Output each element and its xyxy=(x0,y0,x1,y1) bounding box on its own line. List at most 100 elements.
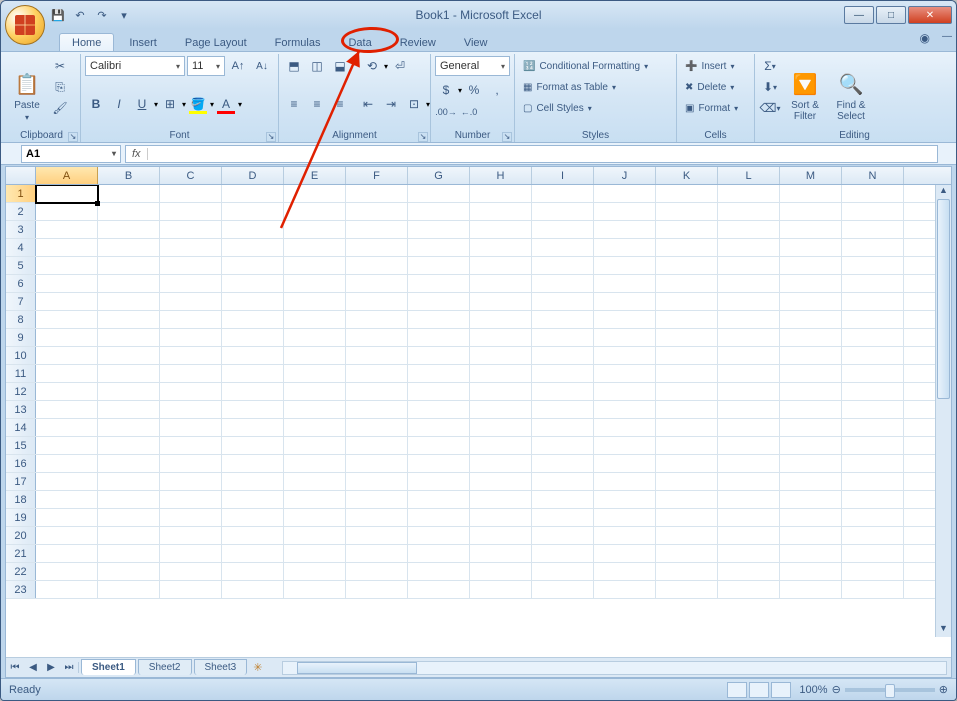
cell-G2[interactable] xyxy=(408,203,470,221)
cell-E21[interactable] xyxy=(284,545,346,563)
cell-G12[interactable] xyxy=(408,383,470,401)
cell-J5[interactable] xyxy=(594,257,656,275)
align-top-icon[interactable]: ⬒ xyxy=(283,56,305,76)
row-header-21[interactable]: 21 xyxy=(6,545,36,562)
cell-N1[interactable] xyxy=(842,185,904,203)
help-icon[interactable]: ◉ xyxy=(920,31,930,45)
cell-L20[interactable] xyxy=(718,527,780,545)
cell-K11[interactable] xyxy=(656,365,718,383)
row-header-6[interactable]: 6 xyxy=(6,275,36,292)
column-header-F[interactable]: F xyxy=(346,167,408,184)
cell-E3[interactable] xyxy=(284,221,346,239)
cell-B16[interactable] xyxy=(98,455,160,473)
cell-M22[interactable] xyxy=(780,563,842,581)
cell-J13[interactable] xyxy=(594,401,656,419)
cell-K14[interactable] xyxy=(656,419,718,437)
cell-A21[interactable] xyxy=(36,545,98,563)
tab-nav-last[interactable]: ⏭ xyxy=(60,662,78,673)
scroll-down-icon[interactable]: ▼ xyxy=(936,623,951,637)
cell-H7[interactable] xyxy=(470,293,532,311)
cell-M11[interactable] xyxy=(780,365,842,383)
sheet-tab-sheet1[interactable]: Sheet1 xyxy=(81,659,136,675)
cell-G16[interactable] xyxy=(408,455,470,473)
tab-nav-first[interactable]: ⏮ xyxy=(6,662,24,673)
cell-C1[interactable] xyxy=(160,185,222,203)
cell-B9[interactable] xyxy=(98,329,160,347)
cell-A4[interactable] xyxy=(36,239,98,257)
cell-L4[interactable] xyxy=(718,239,780,257)
cell-M8[interactable] xyxy=(780,311,842,329)
increase-decimal-icon[interactable]: .00→ xyxy=(435,102,457,122)
cell-A11[interactable] xyxy=(36,365,98,383)
cell-B5[interactable] xyxy=(98,257,160,275)
column-header-G[interactable]: G xyxy=(408,167,470,184)
cell-F15[interactable] xyxy=(346,437,408,455)
cell-M12[interactable] xyxy=(780,383,842,401)
cell-H9[interactable] xyxy=(470,329,532,347)
cell-K2[interactable] xyxy=(656,203,718,221)
cell-N17[interactable] xyxy=(842,473,904,491)
cell-E14[interactable] xyxy=(284,419,346,437)
cell-B18[interactable] xyxy=(98,491,160,509)
cell-I19[interactable] xyxy=(532,509,594,527)
fill-icon[interactable]: ⬇▾ xyxy=(759,77,781,97)
cell-D12[interactable] xyxy=(222,383,284,401)
cell-M3[interactable] xyxy=(780,221,842,239)
zoom-percent[interactable]: 100% xyxy=(799,684,827,696)
cell-K10[interactable] xyxy=(656,347,718,365)
cell-F19[interactable] xyxy=(346,509,408,527)
cell-E22[interactable] xyxy=(284,563,346,581)
cell-D7[interactable] xyxy=(222,293,284,311)
cell-A1[interactable] xyxy=(36,185,98,203)
cell-D4[interactable] xyxy=(222,239,284,257)
cell-H11[interactable] xyxy=(470,365,532,383)
clear-icon[interactable]: ⌫▾ xyxy=(759,98,781,118)
cell-D22[interactable] xyxy=(222,563,284,581)
cell-E2[interactable] xyxy=(284,203,346,221)
scroll-up-icon[interactable]: ▲ xyxy=(936,185,951,199)
cell-I4[interactable] xyxy=(532,239,594,257)
sheet-tab-sheet2[interactable]: Sheet2 xyxy=(138,659,192,675)
cell-H1[interactable] xyxy=(470,185,532,203)
cell-K12[interactable] xyxy=(656,383,718,401)
cell-M6[interactable] xyxy=(780,275,842,293)
cell-L21[interactable] xyxy=(718,545,780,563)
cell-D2[interactable] xyxy=(222,203,284,221)
cell-E18[interactable] xyxy=(284,491,346,509)
cell-K7[interactable] xyxy=(656,293,718,311)
cell-I9[interactable] xyxy=(532,329,594,347)
cell-C8[interactable] xyxy=(160,311,222,329)
cell-N18[interactable] xyxy=(842,491,904,509)
cell-G23[interactable] xyxy=(408,581,470,599)
cell-H4[interactable] xyxy=(470,239,532,257)
cell-I6[interactable] xyxy=(532,275,594,293)
cell-H17[interactable] xyxy=(470,473,532,491)
decrease-indent-icon[interactable]: ⇤ xyxy=(357,94,379,114)
cell-K1[interactable] xyxy=(656,185,718,203)
cell-L10[interactable] xyxy=(718,347,780,365)
cell-L1[interactable] xyxy=(718,185,780,203)
font-name-combo[interactable]: Calibri▾ xyxy=(85,56,185,76)
cell-A2[interactable] xyxy=(36,203,98,221)
cell-D20[interactable] xyxy=(222,527,284,545)
cell-M5[interactable] xyxy=(780,257,842,275)
cell-F17[interactable] xyxy=(346,473,408,491)
cell-E4[interactable] xyxy=(284,239,346,257)
cell-M7[interactable] xyxy=(780,293,842,311)
merge-center-icon[interactable]: ⊡ xyxy=(403,94,425,114)
cell-D11[interactable] xyxy=(222,365,284,383)
cell-B20[interactable] xyxy=(98,527,160,545)
cell-D16[interactable] xyxy=(222,455,284,473)
view-normal-icon[interactable] xyxy=(727,682,747,698)
cell-L18[interactable] xyxy=(718,491,780,509)
cell-G20[interactable] xyxy=(408,527,470,545)
cell-N19[interactable] xyxy=(842,509,904,527)
cell-I1[interactable] xyxy=(532,185,594,203)
cell-I17[interactable] xyxy=(532,473,594,491)
cell-E20[interactable] xyxy=(284,527,346,545)
cell-J23[interactable] xyxy=(594,581,656,599)
cell-J19[interactable] xyxy=(594,509,656,527)
zoom-out-icon[interactable]: ⊖ xyxy=(832,683,841,696)
cell-A3[interactable] xyxy=(36,221,98,239)
cell-L2[interactable] xyxy=(718,203,780,221)
